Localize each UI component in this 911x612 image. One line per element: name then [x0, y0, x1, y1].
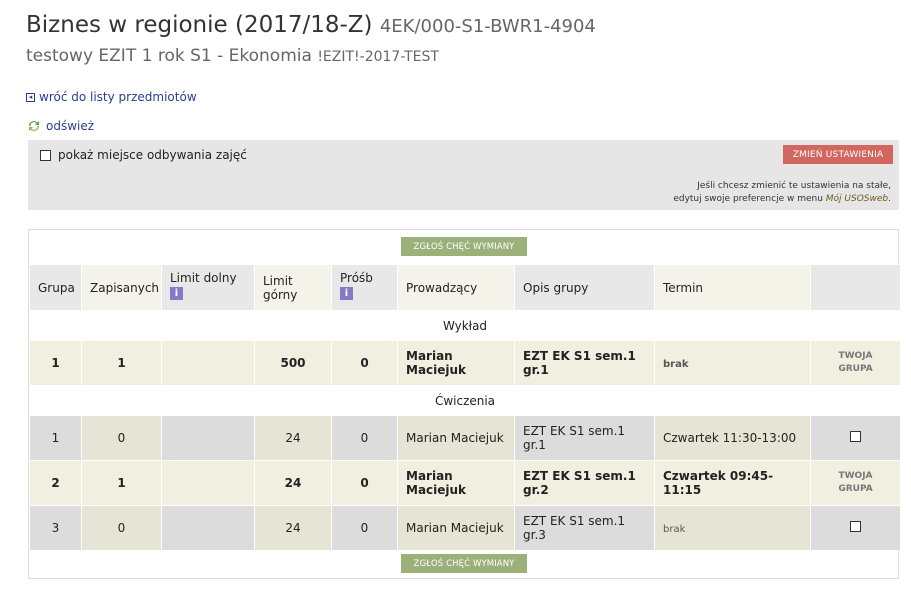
program-code: !EZIT!-2017-TEST: [317, 49, 439, 65]
course-code: 4EK/000-S1-BWR1-4904: [379, 16, 596, 37]
cell-term: Czwartek 09:45-11:15: [654, 460, 811, 506]
table-row: 1 1 500 0 Marian Maciejuk EZT EK S1 sem.…: [29, 340, 901, 386]
cell-max-limit: 500: [254, 340, 332, 386]
table-row: 2 1 24 0 Marian Maciejuk EZT EK S1 sem.1…: [29, 460, 901, 506]
your-group-badge: TWOJA GRUPA: [819, 470, 892, 496]
header-min-limit: Limit dolny i: [161, 264, 255, 311]
cell-min-limit: [161, 340, 255, 386]
cell-group: 1: [29, 415, 82, 461]
your-group-line1: TWOJA: [838, 351, 873, 361]
cell-requests: 0: [331, 340, 398, 386]
refresh-icon: [29, 121, 39, 131]
term-none: brak: [663, 524, 686, 535]
cell-enrolled: 0: [81, 415, 162, 461]
cell-teacher: Marian Maciejuk: [397, 505, 515, 551]
header-max-limit: Limit górny: [254, 264, 332, 311]
settings-note-suffix: .: [888, 194, 891, 204]
back-link-label[interactable]: wróć do listy przedmiotów: [39, 90, 197, 104]
groups-panel: ZGŁOŚ CHĘĆ WYMIANY Grupa Zapisanych Limi…: [28, 229, 901, 579]
groups-table: Grupa Zapisanych Limit dolny i Limit gór…: [29, 264, 901, 551]
your-group-line2: GRUPA: [838, 484, 873, 494]
refresh-link[interactable]: odśwież: [26, 118, 94, 134]
header-requests-label: Próśb: [340, 271, 373, 285]
your-group-badge: TWOJA GRUPA: [819, 350, 892, 376]
back-to-courses-link[interactable]: ◂ wróć do listy przedmiotów: [26, 90, 197, 104]
cell-enrolled: 1: [81, 460, 162, 506]
cell-description: EZT EK S1 sem.1 gr.1: [514, 415, 655, 461]
program-name: testowy EZIT 1 rok S1 - Ekonomia: [26, 46, 312, 66]
cell-action: TWOJA GRUPA: [810, 460, 901, 506]
cell-enrolled: 0: [81, 505, 162, 551]
your-group-line2: GRUPA: [838, 364, 873, 374]
header-description: Opis grupy: [514, 264, 655, 311]
refresh-label[interactable]: odśwież: [46, 119, 94, 133]
show-place-checkbox[interactable]: [40, 149, 51, 161]
course-title: Biznes w regionie (2017/18-Z): [26, 12, 373, 38]
section-row-lecture: Wykład: [29, 310, 901, 341]
cell-term: Czwartek 11:30-13:00: [654, 415, 811, 461]
cell-action: [810, 415, 901, 461]
cell-action: [810, 505, 901, 551]
cell-max-limit: 24: [254, 505, 332, 551]
info-icon[interactable]: i: [170, 287, 183, 300]
section-row-exercises: Ćwiczenia: [29, 385, 901, 416]
request-exchange-button-top[interactable]: ZGŁOŚ CHĘĆ WYMIANY: [401, 237, 527, 256]
cell-requests: 0: [331, 460, 398, 506]
table-header: Grupa Zapisanych Limit dolny i Limit gór…: [29, 264, 901, 311]
program-subtitle: testowy EZIT 1 rok S1 - Ekonomia !EZIT!-…: [26, 46, 439, 66]
select-group-checkbox[interactable]: [850, 431, 861, 442]
cell-teacher: Marian Maciejuk: [397, 415, 515, 461]
cell-description: EZT EK S1 sem.1 gr.1: [514, 340, 655, 386]
show-place-option[interactable]: pokaż miejsce odbywania zajęć: [40, 148, 247, 162]
cell-max-limit: 24: [254, 460, 332, 506]
settings-note: Jeśli chcesz zmienić te ustawienia na st…: [673, 180, 891, 206]
cell-action: TWOJA GRUPA: [810, 340, 901, 386]
cell-min-limit: [161, 415, 255, 461]
header-max-limit-line2: górny: [263, 287, 298, 302]
settings-note-line1: Jeśli chcesz zmienić te ustawienia na st…: [697, 181, 891, 191]
cell-min-limit: [161, 460, 255, 506]
select-group-checkbox[interactable]: [850, 521, 861, 532]
cell-max-limit: 24: [254, 415, 332, 461]
back-arrow-icon: ◂: [26, 92, 35, 102]
request-exchange-button-bottom[interactable]: ZGŁOŚ CHĘĆ WYMIANY: [401, 554, 527, 573]
section-title: Wykład: [29, 310, 901, 341]
cell-group: 3: [29, 505, 82, 551]
term-none: brak: [663, 359, 689, 370]
header-group: Grupa: [29, 264, 82, 311]
settings-panel: pokaż miejsce odbywania zajęć ZMIEŃ USTA…: [28, 140, 899, 210]
cell-requests: 0: [331, 505, 398, 551]
cell-teacher: Marian Maciejuk: [397, 340, 515, 386]
cell-term: brak: [654, 505, 811, 551]
header-term: Termin: [654, 264, 811, 311]
cell-requests: 0: [331, 415, 398, 461]
page-title: Biznes w regionie (2017/18-Z) 4EK/000-S1…: [26, 12, 596, 38]
my-usosweb-link[interactable]: Mój USOSweb: [826, 194, 888, 204]
cell-group: 1: [29, 340, 82, 386]
cell-term: brak: [654, 340, 811, 386]
table-row: 3 0 24 0 Marian Maciejuk EZT EK S1 sem.1…: [29, 505, 901, 551]
show-place-label: pokaż miejsce odbywania zajęć: [58, 148, 247, 162]
cell-min-limit: [161, 505, 255, 551]
info-icon[interactable]: i: [340, 287, 353, 300]
cell-group: 2: [29, 460, 82, 506]
settings-note-prefix: edytuj swoje preferencje w menu: [673, 194, 826, 204]
header-requests: Próśb i: [331, 264, 398, 311]
header-teacher: Prowadzący: [397, 264, 515, 311]
header-max-limit-line1: Limit: [263, 273, 293, 288]
table-row: 1 0 24 0 Marian Maciejuk EZT EK S1 sem.1…: [29, 415, 901, 461]
your-group-line1: TWOJA: [838, 471, 873, 481]
cell-teacher: Marian Maciejuk: [397, 460, 515, 506]
cell-description: EZT EK S1 sem.1 gr.3: [514, 505, 655, 551]
header-min-limit-label: Limit dolny: [170, 271, 237, 285]
header-enrolled: Zapisanych: [81, 264, 162, 311]
change-settings-button[interactable]: ZMIEŃ USTAWIENIA: [783, 145, 893, 164]
cell-enrolled: 1: [81, 340, 162, 386]
settings-note-line2: edytuj swoje preferencje w menu Mój USOS…: [673, 193, 891, 206]
cell-description: EZT EK S1 sem.1 gr.2: [514, 460, 655, 506]
header-action: [810, 264, 901, 311]
section-title: Ćwiczenia: [29, 385, 901, 416]
